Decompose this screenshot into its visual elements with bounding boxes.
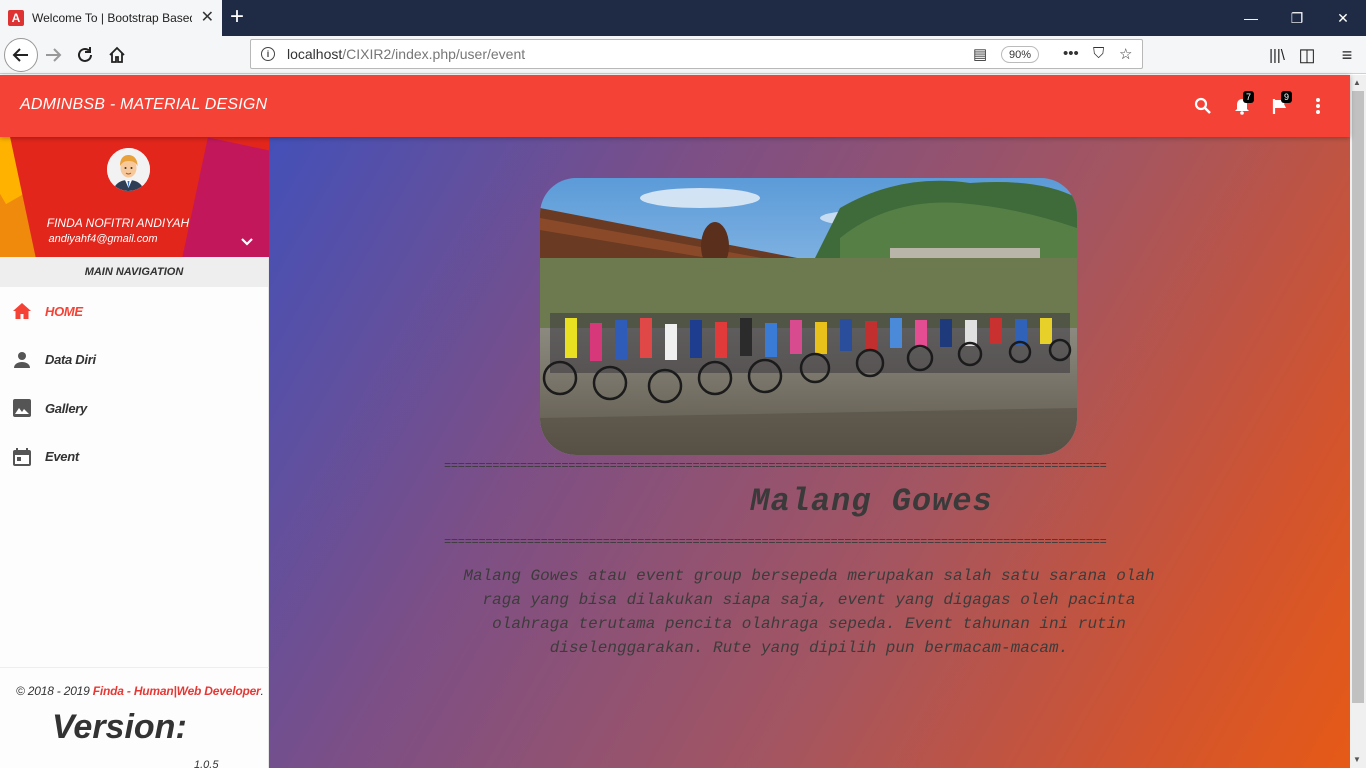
forward-button[interactable] xyxy=(38,40,68,70)
forward-arrow-icon xyxy=(46,48,62,62)
scrollbar-thumb[interactable] xyxy=(1352,91,1364,703)
close-window-button[interactable]: ✕ xyxy=(1320,0,1366,36)
pocket-icon[interactable]: ⛉ xyxy=(1093,45,1104,62)
tasks-flag-icon[interactable]: 9 xyxy=(1269,91,1293,117)
sidebar-item-home[interactable]: HOME xyxy=(0,287,268,336)
tasks-badge: 9 xyxy=(1281,91,1293,103)
url-text: localhost/CIXIR2/index.php/user/event xyxy=(287,46,526,62)
user-info-panel: FINDA NOFITRI ANDIYAH andiyahf4@gmail.co… xyxy=(0,137,269,257)
search-icon[interactable] xyxy=(1192,95,1214,117)
tab-title: Welcome To | Bootstrap Based xyxy=(32,11,192,25)
user-email: andiyahf4@gmail.com xyxy=(48,233,158,245)
sidebar-item-label: Data Diri xyxy=(45,352,96,368)
version-label: Version: xyxy=(52,708,187,746)
main-content: ========================================… xyxy=(269,137,1350,768)
browser-home-icon xyxy=(109,46,125,63)
calendar-icon xyxy=(13,447,31,466)
scroll-up-icon[interactable]: ▲ xyxy=(1353,78,1361,87)
app-header: ADMINBSB - MATERIAL DESIGN 7 9 xyxy=(0,75,1350,137)
site-favicon-icon: A xyxy=(8,10,24,26)
sidebar-item-label: Event xyxy=(45,449,79,465)
reload-button[interactable] xyxy=(70,40,100,70)
restore-window-button[interactable]: ❐ xyxy=(1274,0,1320,36)
new-tab-button[interactable]: + xyxy=(230,4,244,30)
author-link[interactable]: Finda - Human|Web Developer xyxy=(93,684,261,698)
notifications-badge: 7 xyxy=(1243,91,1255,103)
home-icon xyxy=(13,302,31,320)
scroll-down-icon[interactable]: ▼ xyxy=(1353,755,1361,764)
image-icon xyxy=(13,399,31,418)
sidebar-item-data-diri[interactable]: Data Diri xyxy=(0,336,268,385)
minimize-window-button[interactable]: — xyxy=(1228,0,1274,36)
sidebar-item-label: HOME xyxy=(45,303,83,319)
avatar[interactable] xyxy=(107,148,150,191)
event-description: Malang Gowes atau event group bersepeda … xyxy=(463,567,1155,657)
more-vertical-icon[interactable] xyxy=(1307,95,1329,117)
person-icon xyxy=(13,351,31,369)
sidebar-item-event[interactable]: Event xyxy=(0,433,268,482)
reader-view-icon[interactable]: ▤ xyxy=(973,45,987,63)
site-info-icon[interactable]: i xyxy=(261,47,275,61)
address-bar[interactable]: i localhost/CIXIR2/index.php/user/event … xyxy=(250,39,1143,69)
page-scrollbar[interactable]: ▲ ▼ xyxy=(1350,75,1366,768)
nav-header: MAIN NAVIGATION xyxy=(0,257,268,287)
notifications-bell-icon[interactable]: 7 xyxy=(1231,91,1255,117)
browser-tab-bar: A Welcome To | Bootstrap Based ✕ + — ❐ ✕ xyxy=(0,0,1366,36)
bookmark-star-icon[interactable]: ☆ xyxy=(1119,45,1132,63)
event-title: Malang Gowes xyxy=(750,483,993,520)
sidebar-item-label: Gallery xyxy=(45,400,87,416)
chevron-down-icon[interactable] xyxy=(240,234,254,252)
sidebar: FINDA NOFITRI ANDIYAH andiyahf4@gmail.co… xyxy=(0,137,269,771)
page-actions-icon[interactable]: ••• xyxy=(1063,45,1079,62)
browser-toolbar: i localhost/CIXIR2/index.php/user/event … xyxy=(0,36,1366,74)
close-tab-icon[interactable]: ✕ xyxy=(201,9,214,27)
sidebar-toggle-icon[interactable]: ◫ xyxy=(1292,40,1322,70)
copyright-text: © 2018 - 2019 Finda - Human|Web Develope… xyxy=(16,684,264,698)
library-icon[interactable]: |||\ xyxy=(1262,40,1292,70)
event-photo xyxy=(540,178,1077,455)
divider-top: ========================================… xyxy=(444,459,1107,473)
brand-title[interactable]: ADMINBSB - MATERIAL DESIGN xyxy=(20,96,267,114)
back-button[interactable] xyxy=(4,38,38,72)
menu-hamburger-icon[interactable]: ≡ xyxy=(1332,40,1362,70)
version-number: 1.0.5 xyxy=(194,759,219,771)
zoom-level[interactable]: 90% xyxy=(1001,46,1039,63)
home-button[interactable] xyxy=(102,40,132,70)
user-name: FINDA NOFITRI ANDIYAH xyxy=(46,216,190,230)
back-arrow-icon xyxy=(12,48,28,62)
reload-icon xyxy=(78,47,92,62)
sidebar-item-gallery[interactable]: Gallery xyxy=(0,384,268,433)
sidebar-footer: © 2018 - 2019 Finda - Human|Web Develope… xyxy=(0,667,269,771)
browser-tab[interactable]: A Welcome To | Bootstrap Based ✕ xyxy=(0,0,222,36)
divider-bottom: ========================================… xyxy=(444,535,1107,549)
